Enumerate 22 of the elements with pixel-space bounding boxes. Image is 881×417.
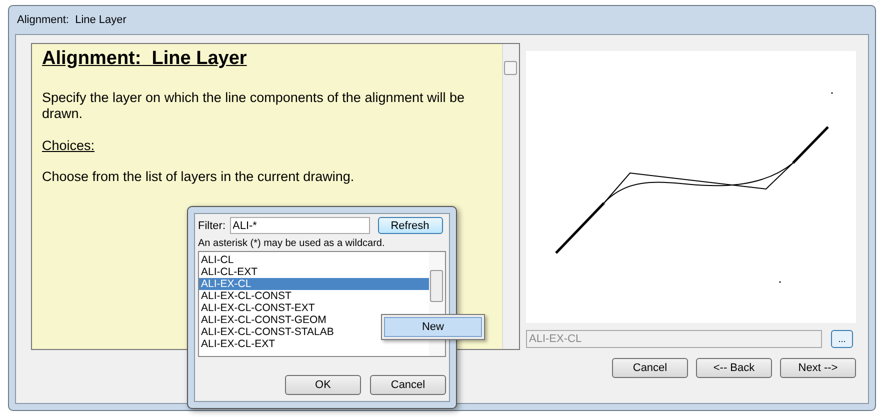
help-paragraph: Specify the layer on which the line components of the alignment will be drawn. [42,90,466,122]
window-title: Alignment: Line Layer [16,13,128,28]
dialog-button[interactable]: Cancel [370,375,446,395]
help-paragraph: Choose from the list of layers in the current drawing. [42,169,356,185]
wizard-button[interactable]: Next --> [780,358,856,378]
menu-item[interactable]: New [384,317,482,337]
help-subheading: Choices: [42,138,96,153]
help-heading: Alignment: Line Layer [42,48,248,70]
refresh-button[interactable]: Refresh [378,217,442,234]
dialog-button[interactable]: OK [285,375,361,395]
wizard-button[interactable]: <-- Back [696,358,772,378]
filter-label: Filter: [198,220,226,232]
layer-list-item[interactable]: ALI-EX-CL-CONST-EXT [199,302,429,314]
layer-list-item[interactable]: ALI-EX-CL-EXT [199,338,429,350]
filter-field[interactable]: ALI-* [230,217,370,234]
hint-text: An asterisk (*) may be used as a wildcard. [197,237,386,251]
scrollbar[interactable] [502,44,519,349]
wizard-button[interactable]: Cancel [612,358,688,378]
layer-list-item[interactable]: ALI-CL [199,254,429,266]
layer-list-item[interactable]: ALI-EX-CL [199,278,429,290]
layer-list-item[interactable]: ALI-EX-CL-CONST [199,290,429,302]
layer-list-item[interactable]: ALI-CL-EXT [199,266,429,278]
